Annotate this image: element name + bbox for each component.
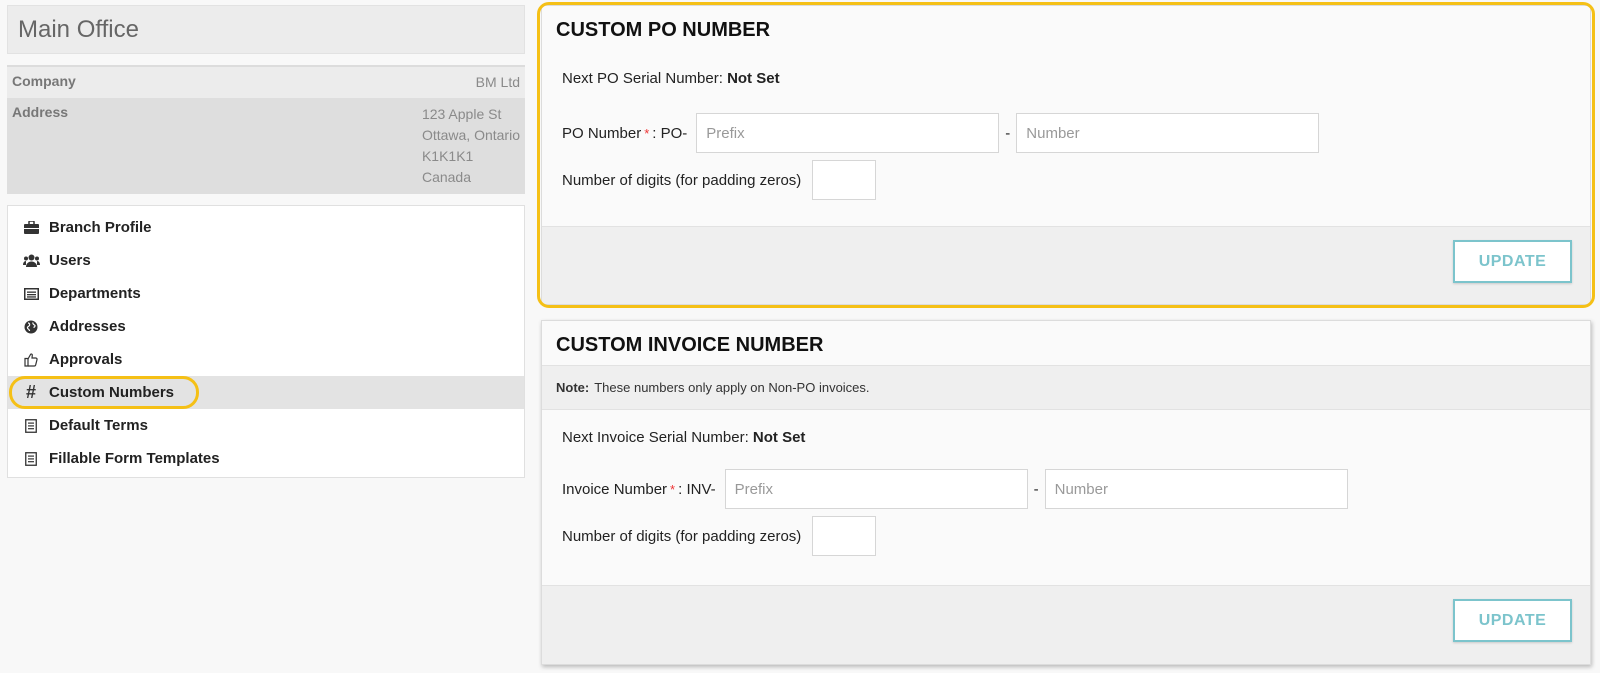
dash-separator: - (1005, 124, 1011, 142)
nav-item-users[interactable]: Users (8, 244, 524, 277)
note-label: Note: (556, 380, 590, 395)
nav-item-default-terms[interactable]: Default Terms (8, 409, 524, 442)
invoice-number-prefix-text: : INV- (678, 480, 716, 498)
po-digits-row: Number of digits (for padding zeros) (562, 160, 1590, 200)
po-serial-value: Not Set (727, 70, 780, 87)
po-number-label: PO Number (562, 124, 642, 142)
invoice-note-bar: Note: These numbers only apply on Non-PO… (542, 365, 1590, 410)
invoice-digits-row: Number of digits (for padding zeros) (562, 516, 1590, 556)
po-number-prefix-text: : PO- (652, 124, 688, 142)
address-line: Canada (421, 169, 471, 185)
hash-icon: # (25, 382, 36, 402)
nav-item-label: Approvals (49, 351, 123, 368)
nav-item-label: Fillable Form Templates (49, 450, 220, 467)
po-update-button[interactable]: UPDATE (1453, 240, 1572, 283)
invoice-number-row: Invoice Number * : INV- - (562, 469, 1590, 509)
nav-item-branch-profile[interactable]: Branch Profile (8, 211, 524, 244)
nav-item-label: Addresses (49, 318, 126, 335)
invoice-panel-title: CUSTOM INVOICE NUMBER (556, 334, 824, 356)
address-line: K1K1K1 (421, 148, 474, 164)
company-row: Company BM Ltd (7, 67, 525, 98)
invoice-panel-footer: UPDATE (542, 585, 1590, 664)
po-panel-body: Next PO Serial Number: Not Set PO Number… (542, 70, 1590, 200)
invoice-number-label: Invoice Number (562, 480, 668, 498)
po-prefix-input[interactable] (696, 113, 1000, 153)
nav-item-departments[interactable]: Departments (8, 277, 524, 310)
invoice-serial-value: Not Set (752, 429, 806, 446)
invoice-number-input[interactable] (1044, 469, 1348, 509)
invoice-serial-label: Next Invoice Serial Number: (562, 429, 749, 446)
company-value: BM Ltd (475, 74, 520, 90)
address-row: Address 123 Apple St Ottawa, Ontario K1K… (7, 98, 525, 194)
nav-item-addresses[interactable]: Addresses (8, 310, 524, 343)
address-value: 123 Apple St Ottawa, Ontario K1K1K1 Cana… (422, 104, 520, 188)
invoice-digits-label: Number of digits (for padding zeros) (562, 527, 802, 545)
nav-item-label: Default Terms (49, 417, 148, 434)
invoice-panel-body: Next Invoice Serial Number: Not Set Invo… (542, 410, 1590, 556)
company-label: Company (12, 73, 76, 89)
globe-icon (22, 318, 40, 336)
po-serial-line: Next PO Serial Number: Not Set (562, 70, 1590, 87)
branch-nav-menu: Branch Profile Users Departments Address… (7, 205, 525, 478)
po-panel-footer: UPDATE (542, 226, 1590, 304)
invoice-update-button[interactable]: UPDATE (1453, 599, 1572, 642)
branch-sidebar: Main Office Company BM Ltd Address 123 A… (7, 5, 525, 478)
note-text: These numbers only apply on Non-PO invoi… (594, 380, 870, 395)
briefcase-icon (22, 219, 40, 237)
dash-separator: - (1033, 480, 1039, 498)
invoice-prefix-input[interactable] (724, 469, 1028, 509)
po-digits-input[interactable] (812, 160, 877, 200)
list-icon (22, 285, 40, 303)
custom-invoice-number-panel: CUSTOM INVOICE NUMBER Note: These number… (541, 320, 1591, 665)
address-line: Ottawa, Ontario (421, 127, 520, 143)
required-mark: * (670, 481, 676, 497)
nav-item-label: Departments (49, 285, 141, 302)
custom-po-number-panel: CUSTOM PO NUMBER Next PO Serial Number: … (541, 5, 1591, 305)
po-panel-title: CUSTOM PO NUMBER (556, 19, 771, 41)
users-icon (22, 252, 40, 270)
required-mark: * (644, 125, 650, 141)
nav-item-custom-numbers[interactable]: # Custom Numbers (8, 376, 524, 409)
po-serial-label: Next PO Serial Number: (562, 70, 723, 87)
nav-item-label: Users (49, 252, 91, 269)
nav-item-label: Custom Numbers (49, 384, 175, 401)
address-line: 123 Apple St (421, 106, 502, 122)
branch-info-table: Company BM Ltd Address 123 Apple St Otta… (7, 65, 525, 194)
po-digits-label: Number of digits (for padding zeros) (562, 171, 802, 189)
nav-item-approvals[interactable]: Approvals (8, 343, 524, 376)
office-title: Main Office (7, 5, 525, 54)
nav-item-label: Branch Profile (49, 219, 152, 236)
po-number-row: PO Number * : PO- - (562, 113, 1590, 153)
document-icon (22, 450, 40, 468)
address-label: Address (12, 104, 69, 120)
document-icon (22, 417, 40, 435)
nav-item-fillable-form-templates[interactable]: Fillable Form Templates (8, 442, 524, 475)
invoice-digits-input[interactable] (812, 516, 877, 556)
thumbs-up-icon (22, 351, 40, 369)
po-number-input[interactable] (1016, 113, 1320, 153)
invoice-serial-line: Next Invoice Serial Number: Not Set (562, 410, 1590, 446)
